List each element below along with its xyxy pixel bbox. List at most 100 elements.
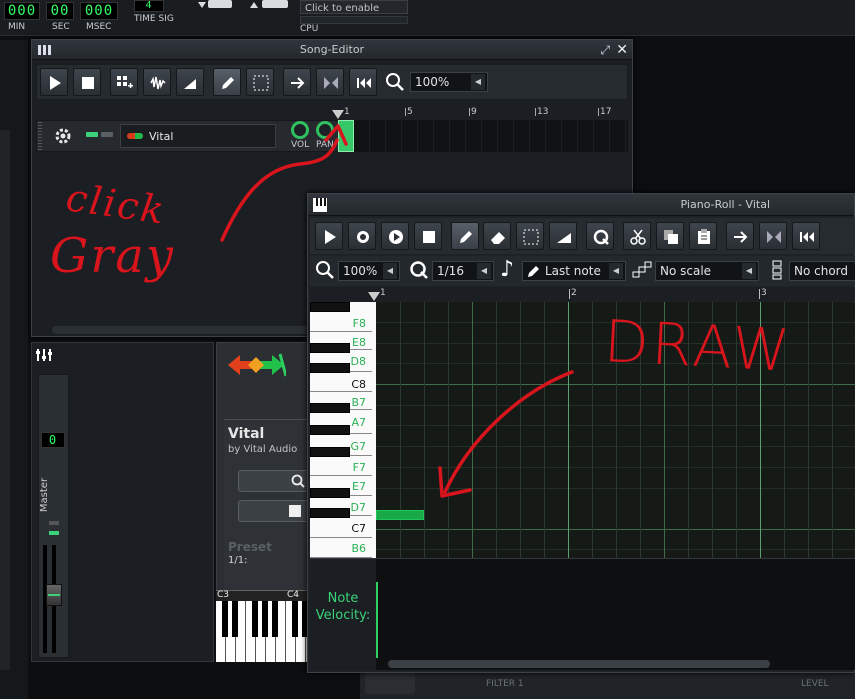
song-zoom-select[interactable]: 100% ◀ bbox=[410, 72, 488, 92]
time-min-display[interactable]: 000 bbox=[4, 2, 40, 20]
mixer-icon[interactable] bbox=[36, 347, 56, 363]
pattern-grid[interactable] bbox=[338, 120, 628, 152]
pan-knob[interactable] bbox=[316, 121, 334, 139]
slider-knob[interactable] bbox=[262, 0, 288, 8]
cpu-meter[interactable] bbox=[300, 16, 408, 24]
mute-led[interactable] bbox=[86, 132, 98, 137]
pr-record-button[interactable] bbox=[348, 222, 376, 250]
pattern-clip[interactable] bbox=[338, 120, 354, 152]
pr-copy-button[interactable] bbox=[656, 222, 684, 250]
black-key[interactable] bbox=[262, 601, 268, 637]
stop-button[interactable] bbox=[73, 68, 101, 96]
pr-cut-button[interactable] bbox=[623, 222, 651, 250]
black-key[interactable] bbox=[310, 343, 350, 353]
play-button[interactable] bbox=[40, 68, 68, 96]
master-active-led[interactable] bbox=[49, 531, 59, 535]
master-mute-led[interactable] bbox=[49, 521, 59, 525]
piano-roll-hscrollbar[interactable] bbox=[388, 660, 770, 668]
song-editor-titlebar[interactable]: Song-Editor ⤢ ✕ bbox=[32, 40, 632, 60]
black-key[interactable] bbox=[272, 601, 278, 637]
pr-loop-button[interactable] bbox=[759, 222, 787, 250]
chevron-left-icon: ◀ bbox=[471, 74, 485, 90]
pr-autoscroll-button[interactable] bbox=[726, 222, 754, 250]
pr-draw-button[interactable] bbox=[451, 222, 479, 250]
pr-quantize-button[interactable] bbox=[586, 222, 614, 250]
key-c8[interactable]: C8 bbox=[310, 372, 372, 392]
quantize-value: 1/16 bbox=[437, 264, 464, 278]
maximize-icon[interactable]: ⤢ bbox=[600, 40, 610, 60]
black-key[interactable] bbox=[310, 425, 350, 435]
close-icon[interactable]: ✕ bbox=[616, 40, 628, 60]
sidebar-scrollbar[interactable] bbox=[0, 130, 10, 670]
track-grip[interactable] bbox=[38, 122, 42, 150]
filter-label: FILTER 1 bbox=[486, 679, 524, 689]
cpu-label: CPU bbox=[300, 24, 319, 34]
song-timeline-ruler[interactable] bbox=[338, 104, 628, 120]
piano-roll-titlebar[interactable]: Piano-Roll - Vital bbox=[308, 194, 854, 216]
gear-icon[interactable] bbox=[53, 126, 73, 146]
pr-select-button[interactable] bbox=[516, 222, 544, 250]
black-key[interactable] bbox=[292, 601, 298, 637]
pr-playhead-marker[interactable] bbox=[368, 292, 380, 301]
black-key[interactable] bbox=[310, 447, 350, 457]
black-key[interactable] bbox=[310, 488, 350, 498]
time-sec-display[interactable]: 00 bbox=[46, 2, 74, 20]
black-key[interactable] bbox=[252, 601, 258, 637]
pr-record-play-button[interactable] bbox=[381, 222, 409, 250]
pr-stop-button[interactable] bbox=[414, 222, 442, 250]
add-beat-track-button[interactable] bbox=[110, 68, 138, 96]
note-length-select[interactable]: Last note ◀ bbox=[522, 261, 626, 281]
plugin-search-button[interactable] bbox=[238, 470, 311, 492]
black-key[interactable] bbox=[232, 601, 238, 637]
black-key[interactable] bbox=[222, 601, 228, 637]
window-menu-icon[interactable] bbox=[38, 45, 52, 55]
key-b6[interactable]: B6 bbox=[310, 538, 372, 558]
playhead-marker[interactable] bbox=[332, 110, 344, 119]
black-key[interactable] bbox=[310, 508, 350, 518]
volume-knob[interactable] bbox=[291, 121, 309, 139]
bottom-knob[interactable] bbox=[365, 672, 415, 694]
slider-knob[interactable] bbox=[208, 0, 232, 8]
instrument-keyboard[interactable]: C3 C4 bbox=[216, 590, 311, 662]
plugin-toggle-button[interactable] bbox=[238, 500, 311, 522]
solo-led[interactable] bbox=[101, 132, 113, 137]
key-c7[interactable]: C7 bbox=[310, 516, 372, 538]
master-fader-handle[interactable] bbox=[46, 584, 62, 606]
key-f8[interactable]: F8 bbox=[310, 312, 372, 332]
pr-play-button[interactable] bbox=[315, 222, 343, 250]
pr-paste-button[interactable] bbox=[689, 222, 717, 250]
min-label: MIN bbox=[8, 22, 26, 32]
add-automation-track-button[interactable] bbox=[176, 68, 204, 96]
time-msec-display[interactable]: 000 bbox=[80, 2, 118, 20]
pr-detune-button[interactable] bbox=[549, 222, 577, 250]
add-sample-track-button[interactable] bbox=[143, 68, 171, 96]
pr-stop-behaviour-button[interactable] bbox=[792, 222, 820, 250]
track-name-button[interactable]: Vital bbox=[120, 124, 276, 148]
draw-mode-button[interactable] bbox=[213, 68, 241, 96]
piano-roll-icon[interactable] bbox=[313, 198, 327, 212]
cpu-hint[interactable]: Click to enable bbox=[300, 0, 408, 14]
key-f7[interactable]: F7 bbox=[310, 456, 372, 476]
black-key[interactable] bbox=[310, 302, 350, 312]
piano-keyboard[interactable]: F8 E8 D8 C8 B7 A7 G7 F7 E7 D7 C7 B6 bbox=[310, 302, 376, 558]
chord-select[interactable]: No chord bbox=[789, 261, 855, 281]
loop-points-button[interactable] bbox=[316, 68, 344, 96]
chevron-down-icon[interactable] bbox=[198, 2, 206, 8]
play-icon bbox=[50, 76, 61, 90]
midi-note[interactable] bbox=[376, 510, 424, 520]
black-key[interactable] bbox=[310, 403, 350, 413]
quantize-select[interactable]: 1/16 ◀ bbox=[432, 261, 494, 281]
scale-select[interactable]: No scale ◀ bbox=[655, 261, 759, 281]
velocity-area[interactable] bbox=[376, 558, 855, 670]
pr-erase-button[interactable] bbox=[483, 222, 511, 250]
stop-icon bbox=[82, 77, 94, 89]
black-key[interactable] bbox=[310, 363, 350, 373]
pr-zoom-select[interactable]: 100% ◀ bbox=[338, 261, 400, 281]
select-mode-button[interactable] bbox=[246, 68, 274, 96]
stop-behaviour-button[interactable] bbox=[349, 68, 377, 96]
velocity-bar[interactable] bbox=[376, 582, 378, 658]
timesig-display[interactable]: 4 bbox=[134, 0, 164, 12]
pr-timeline-ruler[interactable] bbox=[310, 287, 855, 301]
auto-scroll-button[interactable] bbox=[283, 68, 311, 96]
chevron-up-icon[interactable] bbox=[250, 2, 258, 8]
